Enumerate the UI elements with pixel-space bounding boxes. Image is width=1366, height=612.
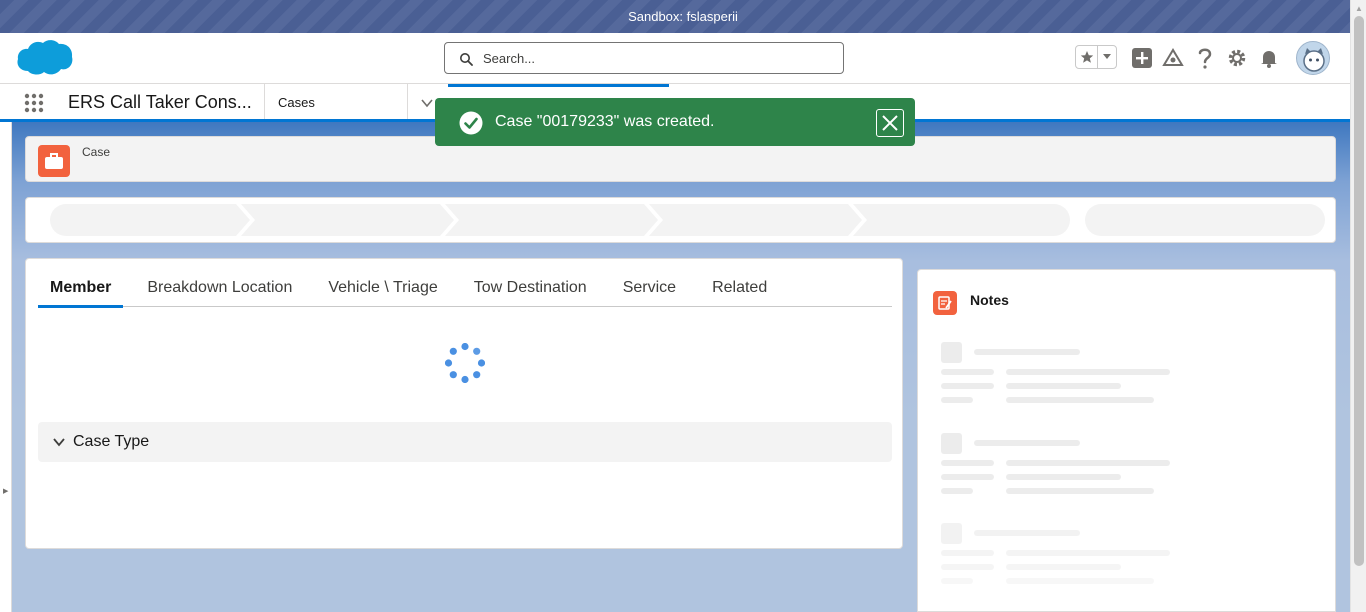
chevron-down-icon[interactable]	[420, 96, 434, 110]
notifications-bell-icon[interactable]	[1258, 47, 1280, 69]
status-path	[25, 197, 1336, 243]
notes-card: Notes	[917, 269, 1336, 612]
nav-tab-label: Cases	[278, 95, 315, 110]
mark-status-button[interactable]	[1085, 204, 1325, 236]
success-check-icon	[459, 111, 483, 135]
salesforce-logo[interactable]	[15, 38, 75, 78]
case-briefcase-icon	[38, 145, 70, 177]
search-input[interactable]	[483, 43, 833, 73]
app-name: ERS Call Taker Cons...	[68, 92, 252, 112]
setup-gear-icon[interactable]	[1226, 47, 1248, 69]
loading-spinner-icon	[445, 343, 485, 383]
chevron-down-icon	[53, 438, 65, 447]
section-case-type[interactable]: Case Type	[38, 422, 892, 462]
record-object-label: Case	[82, 145, 111, 159]
tab-breakdown-location[interactable]: Breakdown Location	[135, 273, 304, 306]
global-header	[0, 33, 1350, 84]
utility-collapse-handle[interactable]: ▶	[0, 122, 12, 612]
user-avatar[interactable]	[1296, 41, 1330, 75]
tab-vehicle-triage[interactable]: Vehicle \ Triage	[316, 273, 449, 306]
favorites-group	[1075, 45, 1117, 69]
close-icon	[882, 115, 898, 131]
global-create-icon[interactable]	[1131, 47, 1153, 69]
success-toast: Case "00179233" was created.	[435, 98, 915, 146]
toast-close-button[interactable]	[876, 109, 904, 137]
help-icon[interactable]	[1194, 47, 1216, 69]
notes-icon	[933, 291, 957, 315]
tab-related[interactable]: Related	[700, 273, 779, 306]
nav-tab-cases[interactable]: Cases	[264, 84, 408, 119]
tab-service[interactable]: Service	[611, 273, 688, 306]
record-tabset: Member Breakdown Location Vehicle \ Tria…	[38, 273, 892, 308]
notes-title: Notes	[970, 292, 1009, 308]
tab-tow-destination[interactable]: Tow Destination	[462, 273, 599, 306]
favorites-dropdown-icon[interactable]	[1098, 46, 1116, 68]
sandbox-label: Sandbox: fslasperii	[628, 9, 738, 24]
section-title: Case Type	[73, 433, 150, 450]
tab-member[interactable]: Member	[38, 273, 124, 308]
path-stages[interactable]	[50, 204, 1070, 236]
favorites-star-icon[interactable]	[1076, 46, 1098, 68]
page-scrollbar[interactable]: ▲	[1350, 0, 1366, 612]
scroll-up-icon[interactable]: ▲	[1355, 4, 1363, 13]
record-tabs-card: Member Breakdown Location Vehicle \ Tria…	[25, 258, 903, 549]
sandbox-banner: Sandbox: fslasperii	[0, 0, 1366, 33]
search-icon	[460, 53, 473, 66]
trailhead-icon[interactable]	[1162, 47, 1184, 69]
scrollbar-thumb[interactable]	[1354, 16, 1364, 566]
app-launcher-icon[interactable]	[24, 93, 44, 113]
global-search[interactable]	[444, 42, 844, 74]
toast-message: Case "00179233" was created.	[495, 113, 715, 130]
expand-arrow-icon[interactable]: ▶	[3, 487, 8, 495]
